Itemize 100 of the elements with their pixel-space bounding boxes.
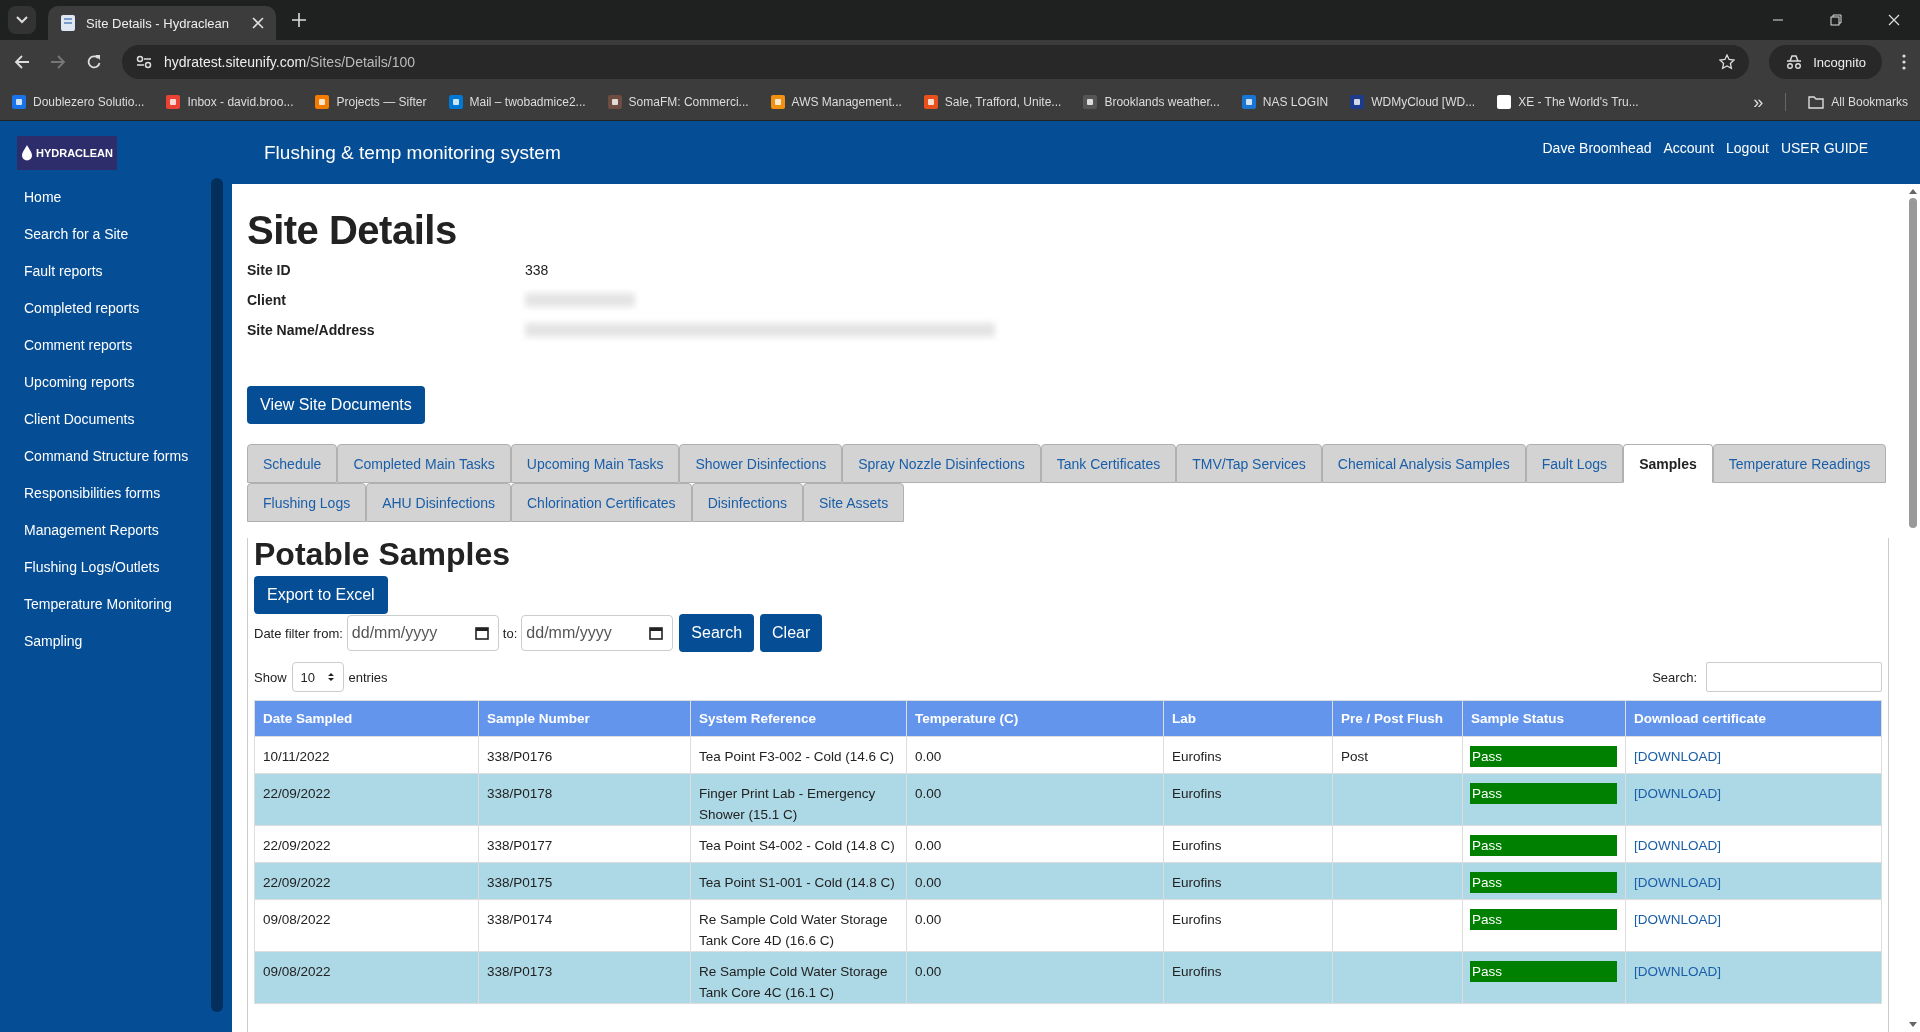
sidebar-item[interactable]: Completed reports	[24, 289, 211, 326]
bookmark[interactable]: Brooklands weather...	[1083, 95, 1220, 109]
incognito-icon	[1785, 55, 1804, 69]
tab[interactable]: Shower Disinfections	[679, 444, 843, 483]
bookmark[interactable]: Sale, Trafford, Unite...	[923, 95, 1062, 109]
table-cell: 338/P0176	[487, 749, 553, 764]
tab[interactable]: Samples	[1623, 444, 1713, 483]
tab[interactable]: Temperature Readings	[1712, 444, 1887, 483]
sidebar-item[interactable]: Sampling	[24, 622, 211, 659]
status-badge: Pass	[1470, 961, 1617, 982]
header-link[interactable]: USER GUIDE	[1780, 139, 1868, 156]
bookmark[interactable]: Projects — Sifter	[315, 95, 427, 109]
sidebar-item[interactable]: Temperature Monitoring	[24, 585, 211, 622]
tab[interactable]: Spray Nozzle Disinfections	[842, 444, 1041, 483]
sidebar-item[interactable]: Flushing Logs/Outlets	[24, 548, 211, 585]
export-button[interactable]: Export to Excel	[254, 576, 388, 614]
reload-icon[interactable]	[86, 54, 102, 70]
sidebar-item[interactable]: Upcoming reports	[24, 363, 211, 400]
bookmark-icon	[770, 95, 785, 109]
tab[interactable]: AHU Disinfections	[366, 483, 511, 522]
bookmark[interactable]: SomaFM: Commerci...	[607, 95, 749, 109]
bookmark[interactable]: WDMyCloud [WD...	[1350, 95, 1476, 109]
sidebar-item[interactable]: Client Documents	[24, 400, 211, 437]
download-link[interactable]: [DOWNLOAD]	[1634, 912, 1721, 927]
bookmark[interactable]: AWS Management...	[770, 95, 902, 109]
page-icon	[60, 14, 76, 32]
restore-icon[interactable]	[1830, 14, 1842, 26]
sidebar-item[interactable]: Fault reports	[24, 252, 211, 289]
tab[interactable]: Fault Logs	[1525, 444, 1624, 483]
sidebar-item[interactable]: Responsibilities forms	[24, 474, 211, 511]
folder-icon	[1808, 95, 1825, 109]
tab[interactable]: TMV/Tap Services	[1176, 444, 1322, 483]
site-info-icon[interactable]	[136, 55, 152, 69]
tab[interactable]: Tank Certificates	[1040, 444, 1177, 483]
page-size-select[interactable]: 10	[291, 662, 344, 692]
bookmark-icon	[12, 95, 26, 109]
bookmark-icon	[1350, 95, 1365, 109]
header-link[interactable]: Logout	[1726, 139, 1769, 156]
browser-tab[interactable]: Site Details - Hydraclean	[48, 6, 276, 40]
forward-icon[interactable]	[50, 54, 66, 70]
bookmarks-overflow-button[interactable]: »	[1753, 91, 1764, 113]
all-bookmarks-button[interactable]: All Bookmarks	[1808, 95, 1908, 109]
app-title: Flushing & temp monitoring system	[264, 141, 561, 164]
bookmark-icon	[1083, 95, 1098, 109]
search-label: Search:	[1652, 669, 1697, 685]
scroll-up-icon[interactable]	[1908, 188, 1917, 194]
page-scrollbar[interactable]	[1905, 184, 1920, 1032]
header-link[interactable]: Account	[1663, 139, 1715, 156]
download-link[interactable]: [DOWNLOAD]	[1634, 749, 1721, 764]
new-tab-icon[interactable]	[292, 13, 306, 27]
address-bar[interactable]: hydratest.siteunify.com/Sites/Details/100	[122, 45, 1750, 79]
page-title: Site Details	[247, 210, 458, 250]
tab-search-button[interactable]	[8, 6, 36, 34]
url-text: hydratest.siteunify.com/Sites/Details/100	[164, 54, 417, 70]
download-link[interactable]: [DOWNLOAD]	[1634, 786, 1721, 801]
tab[interactable]: Chlorination Certificates	[511, 483, 692, 522]
search-field[interactable]	[1706, 662, 1882, 692]
bookmark[interactable]: Inbox - david.broo...	[166, 95, 294, 109]
tab[interactable]: Site Assets	[803, 483, 905, 522]
detail-label: Client	[247, 292, 287, 308]
close-icon[interactable]	[252, 17, 264, 29]
calendar-icon[interactable]	[474, 626, 489, 640]
date-field[interactable]: dd/mm/yyyy	[346, 615, 499, 651]
detail-label: Site ID	[247, 262, 292, 278]
sidebar-item[interactable]: Management Reports	[24, 511, 211, 548]
tab[interactable]: Schedule	[247, 444, 338, 483]
back-icon[interactable]	[14, 54, 30, 70]
tab[interactable]: Upcoming Main Tasks	[510, 444, 680, 483]
tab[interactable]: Chemical Analysis Samples	[1321, 444, 1526, 483]
scroll-thumb[interactable]	[1908, 198, 1917, 528]
bookmark-icon	[448, 95, 463, 109]
table-cell: Tea Point F3-002 - Cold (14.6 C)	[699, 749, 895, 764]
header-link[interactable]: Dave Broomhead	[1542, 139, 1652, 156]
menu-icon[interactable]	[1902, 54, 1906, 70]
bookmark[interactable]: Mail – twobadmice2...	[448, 95, 586, 109]
clear-button[interactable]: Clear	[760, 614, 823, 652]
table-cell: 0.00	[915, 838, 942, 853]
view-documents-button[interactable]: View Site Documents	[247, 386, 425, 424]
tab[interactable]: Disinfections	[691, 483, 803, 522]
bookmark[interactable]: XE - The World's Tru...	[1497, 95, 1639, 109]
sidebar-item[interactable]: Home	[24, 178, 211, 215]
date-field[interactable]: dd/mm/yyyy	[521, 615, 674, 651]
search-button[interactable]: Search	[679, 614, 755, 652]
close-icon[interactable]	[1888, 14, 1900, 26]
bookmark[interactable]: Doublezero Solutio...	[12, 95, 145, 109]
download-link[interactable]: [DOWNLOAD]	[1634, 964, 1721, 979]
download-link[interactable]: [DOWNLOAD]	[1634, 838, 1721, 853]
calendar-icon[interactable]	[649, 626, 664, 640]
bookmark[interactable]: NAS LOGIN	[1241, 95, 1329, 109]
sidebar-item[interactable]: Search for a Site	[24, 215, 211, 252]
star-icon[interactable]	[1719, 54, 1736, 70]
sidebar-item[interactable]: Comment reports	[24, 326, 211, 363]
sidebar-scrollbar[interactable]	[211, 178, 223, 1012]
tab[interactable]: Completed Main Tasks	[337, 444, 511, 483]
logo[interactable]: HYDRACLEAN	[17, 135, 117, 170]
sidebar-item[interactable]: Command Structure forms	[24, 437, 211, 474]
download-link[interactable]: [DOWNLOAD]	[1634, 875, 1721, 890]
tab[interactable]: Flushing Logs	[247, 483, 367, 522]
scroll-down-icon[interactable]	[1908, 1022, 1917, 1028]
incognito-button[interactable]: Incognito	[1769, 45, 1882, 79]
